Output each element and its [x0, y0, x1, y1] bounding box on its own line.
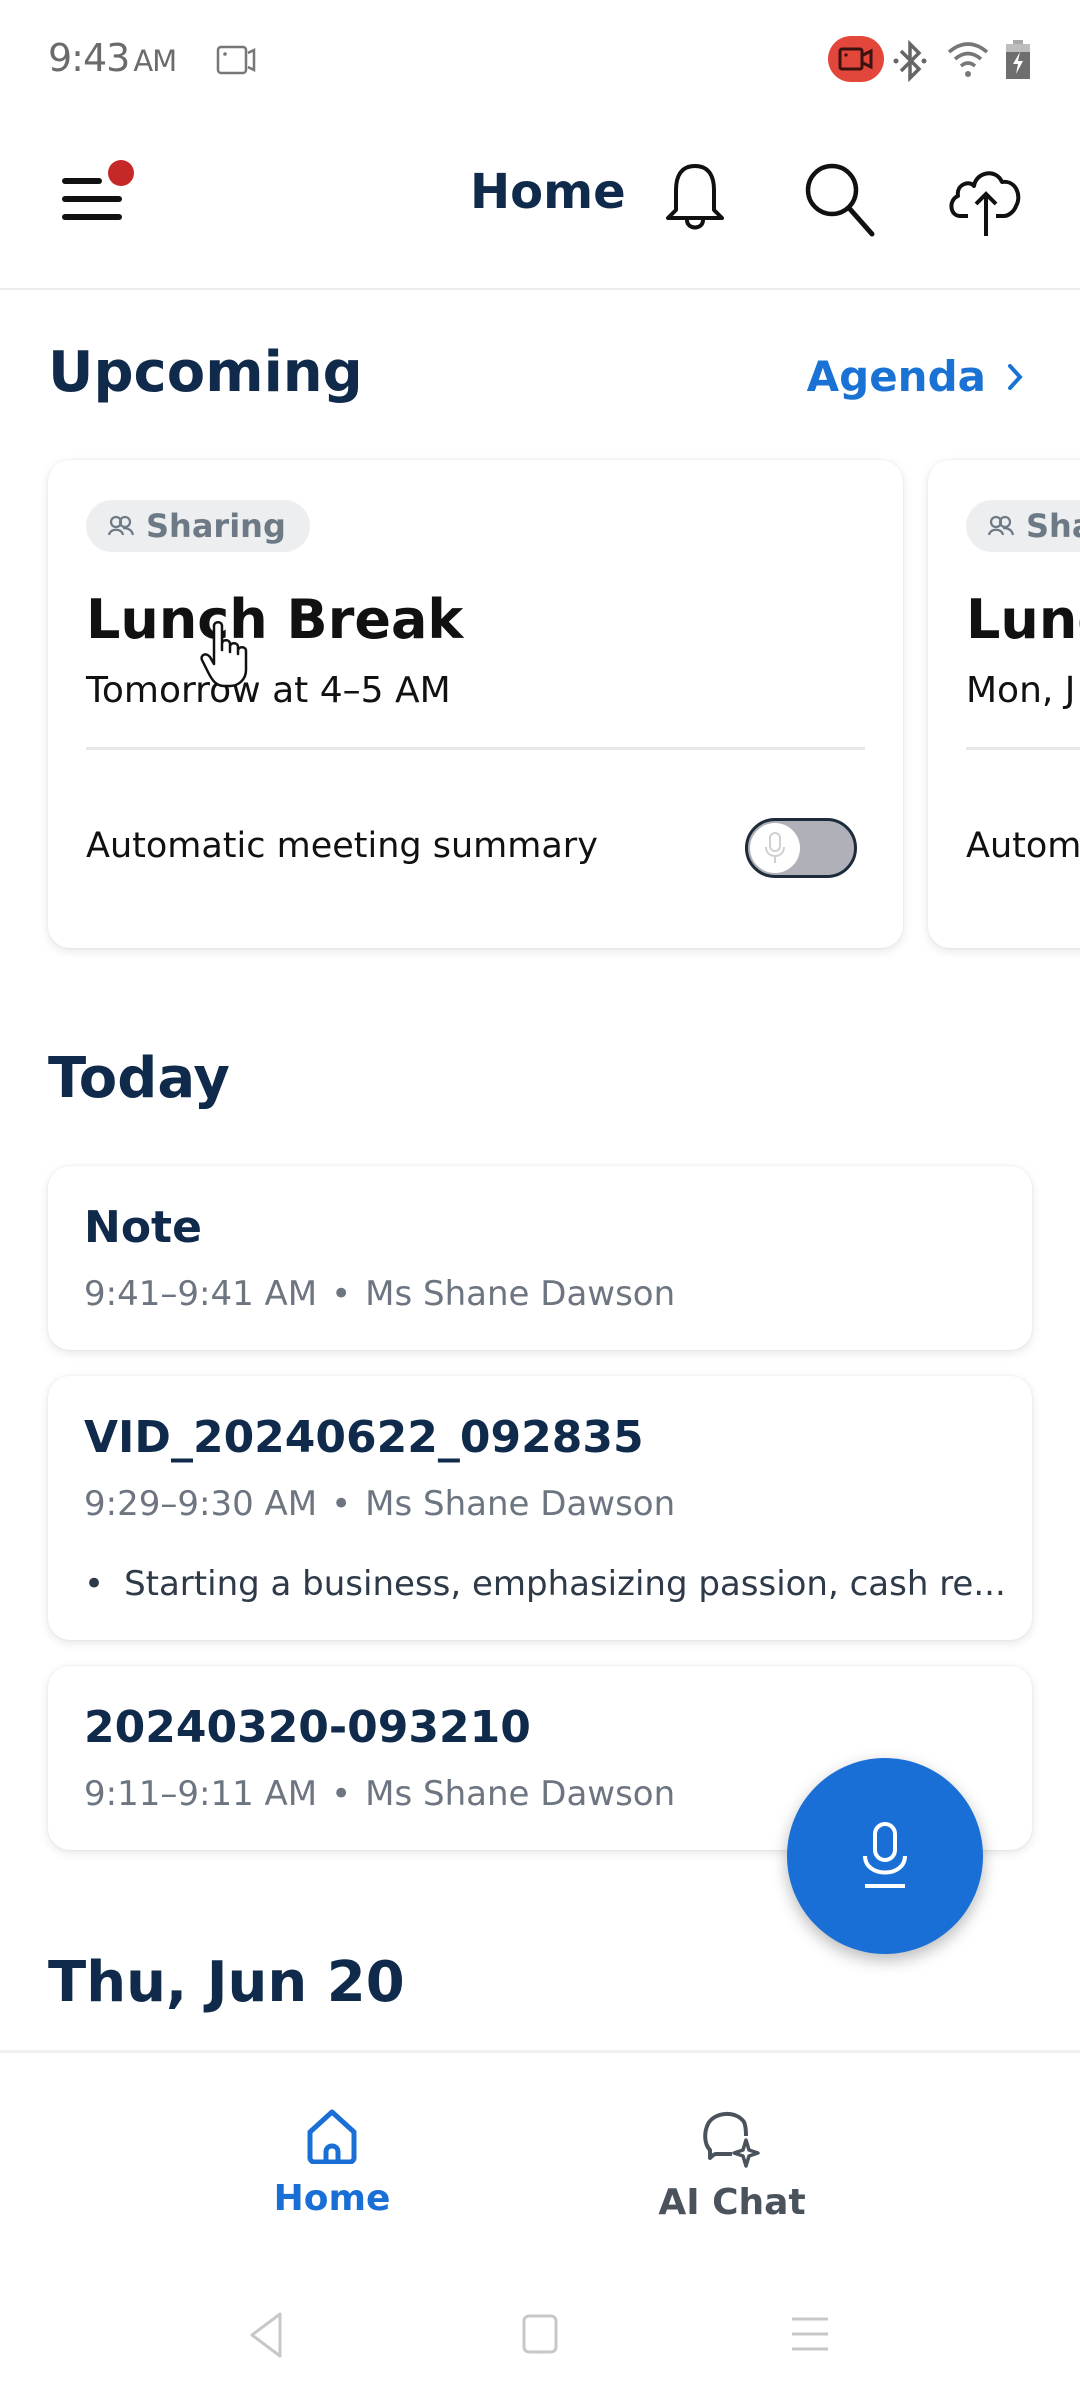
chip-label: Sharing: [146, 507, 286, 545]
status-time-ampm: AM: [133, 44, 177, 78]
nav-ai-chat-label: AI Chat: [658, 2182, 806, 2223]
meta-separator: •: [331, 1274, 352, 1314]
auto-summary-label: Automatic meeting summary: [86, 826, 598, 866]
ai-chat-icon: [703, 2112, 760, 2168]
event-title: Lunch Break: [86, 588, 464, 651]
recording-owner: Ms Shane Dawson: [365, 1774, 676, 1814]
recording-title: 20240320-093210: [84, 1702, 531, 1753]
upcoming-card[interactable]: Sharing Lunch Break Tomorrow at 4–5 AM A…: [48, 460, 903, 948]
recording-meta: 9:41–9:41 AM • Ms Shane Dawson: [84, 1274, 675, 1314]
nav-ai-chat[interactable]: AI Chat: [612, 2108, 852, 2223]
event-time: Tomorrow at 4–5 AM: [86, 670, 451, 711]
screen-icon: [216, 45, 256, 75]
chip-label: Sha: [1026, 507, 1080, 545]
toggle-knob: [750, 823, 800, 873]
sharing-chip: Sha: [966, 500, 1080, 552]
upcoming-card[interactable]: Sha Lunc Mon, J Autom: [928, 460, 1080, 948]
card-divider: [86, 747, 865, 750]
system-home-button[interactable]: [520, 2312, 560, 2356]
recording-meta: 9:29–9:30 AM • Ms Shane Dawson: [84, 1484, 675, 1524]
wifi-icon: [947, 42, 989, 77]
sharing-chip: Sharing: [86, 500, 310, 552]
cloud-upload-icon[interactable]: [946, 160, 1026, 240]
card-divider: [966, 747, 1080, 750]
microphone-icon: [765, 832, 785, 863]
recording-item[interactable]: Note 9:41–9:41 AM • Ms Shane Dawson: [48, 1166, 1032, 1350]
appbar-divider: [0, 288, 1080, 290]
recording-time: 9:11–9:11 AM: [84, 1774, 318, 1814]
recording-item[interactable]: VID_20240622_092835 9:29–9:30 AM • Ms Shan…: [48, 1376, 1032, 1640]
battery-charging-icon: [1006, 40, 1030, 79]
section-title-upcoming: Upcoming: [48, 340, 363, 405]
recording-title: Note: [84, 1202, 202, 1253]
meta-separator: •: [331, 1484, 352, 1524]
recording-time: 9:29–9:30 AM: [84, 1484, 318, 1524]
notification-dot: [108, 160, 134, 186]
nav-home-label: Home: [273, 2178, 391, 2219]
nav-home[interactable]: Home: [212, 2108, 452, 2219]
summary-text: Starting a business, emphasizing passion…: [124, 1564, 1006, 1604]
agenda-label: Agenda: [806, 352, 986, 401]
event-title: Lunc: [966, 588, 1080, 651]
meta-separator: •: [331, 1774, 352, 1814]
recording-time: 9:41–9:41 AM: [84, 1274, 318, 1314]
agenda-link[interactable]: Agenda: [807, 352, 1024, 401]
microphone-icon: [863, 1822, 907, 1888]
recording-title: VID_20240622_092835: [84, 1412, 644, 1463]
bottom-nav-divider: [0, 2050, 1080, 2053]
chevron-right-icon: [1008, 363, 1023, 390]
people-icon: [108, 515, 134, 536]
search-icon[interactable]: [800, 158, 880, 238]
system-recents-button[interactable]: [790, 2314, 830, 2354]
page-title: Home: [470, 164, 626, 220]
summary-bullet: •: [84, 1564, 105, 1604]
bluetooth-icon: [893, 39, 927, 83]
recording-owner: Ms Shane Dawson: [365, 1484, 676, 1524]
people-icon: [988, 515, 1014, 536]
record-fab[interactable]: [787, 1758, 983, 1954]
status-time: 9:43 AM: [48, 36, 177, 80]
screen-record-icon: [828, 36, 884, 82]
recording-summary: • Starting a business, emphasizing passio…: [84, 1564, 1006, 1604]
status-time-value: 9:43: [48, 36, 130, 80]
recording-owner: Ms Shane Dawson: [365, 1274, 676, 1314]
home-icon: [307, 2109, 357, 2164]
section-title-today: Today: [48, 1046, 230, 1111]
hand-cursor-icon: [200, 621, 248, 688]
auto-summary-toggle[interactable]: [745, 818, 857, 878]
system-back-button[interactable]: [246, 2310, 286, 2360]
bell-icon[interactable]: [660, 158, 730, 238]
auto-summary-label: Autom: [966, 826, 1080, 866]
section-title-date: Thu, Jun 20: [48, 1950, 405, 2015]
event-time: Mon, J: [966, 670, 1076, 711]
recording-meta: 9:11–9:11 AM • Ms Shane Dawson: [84, 1774, 675, 1814]
